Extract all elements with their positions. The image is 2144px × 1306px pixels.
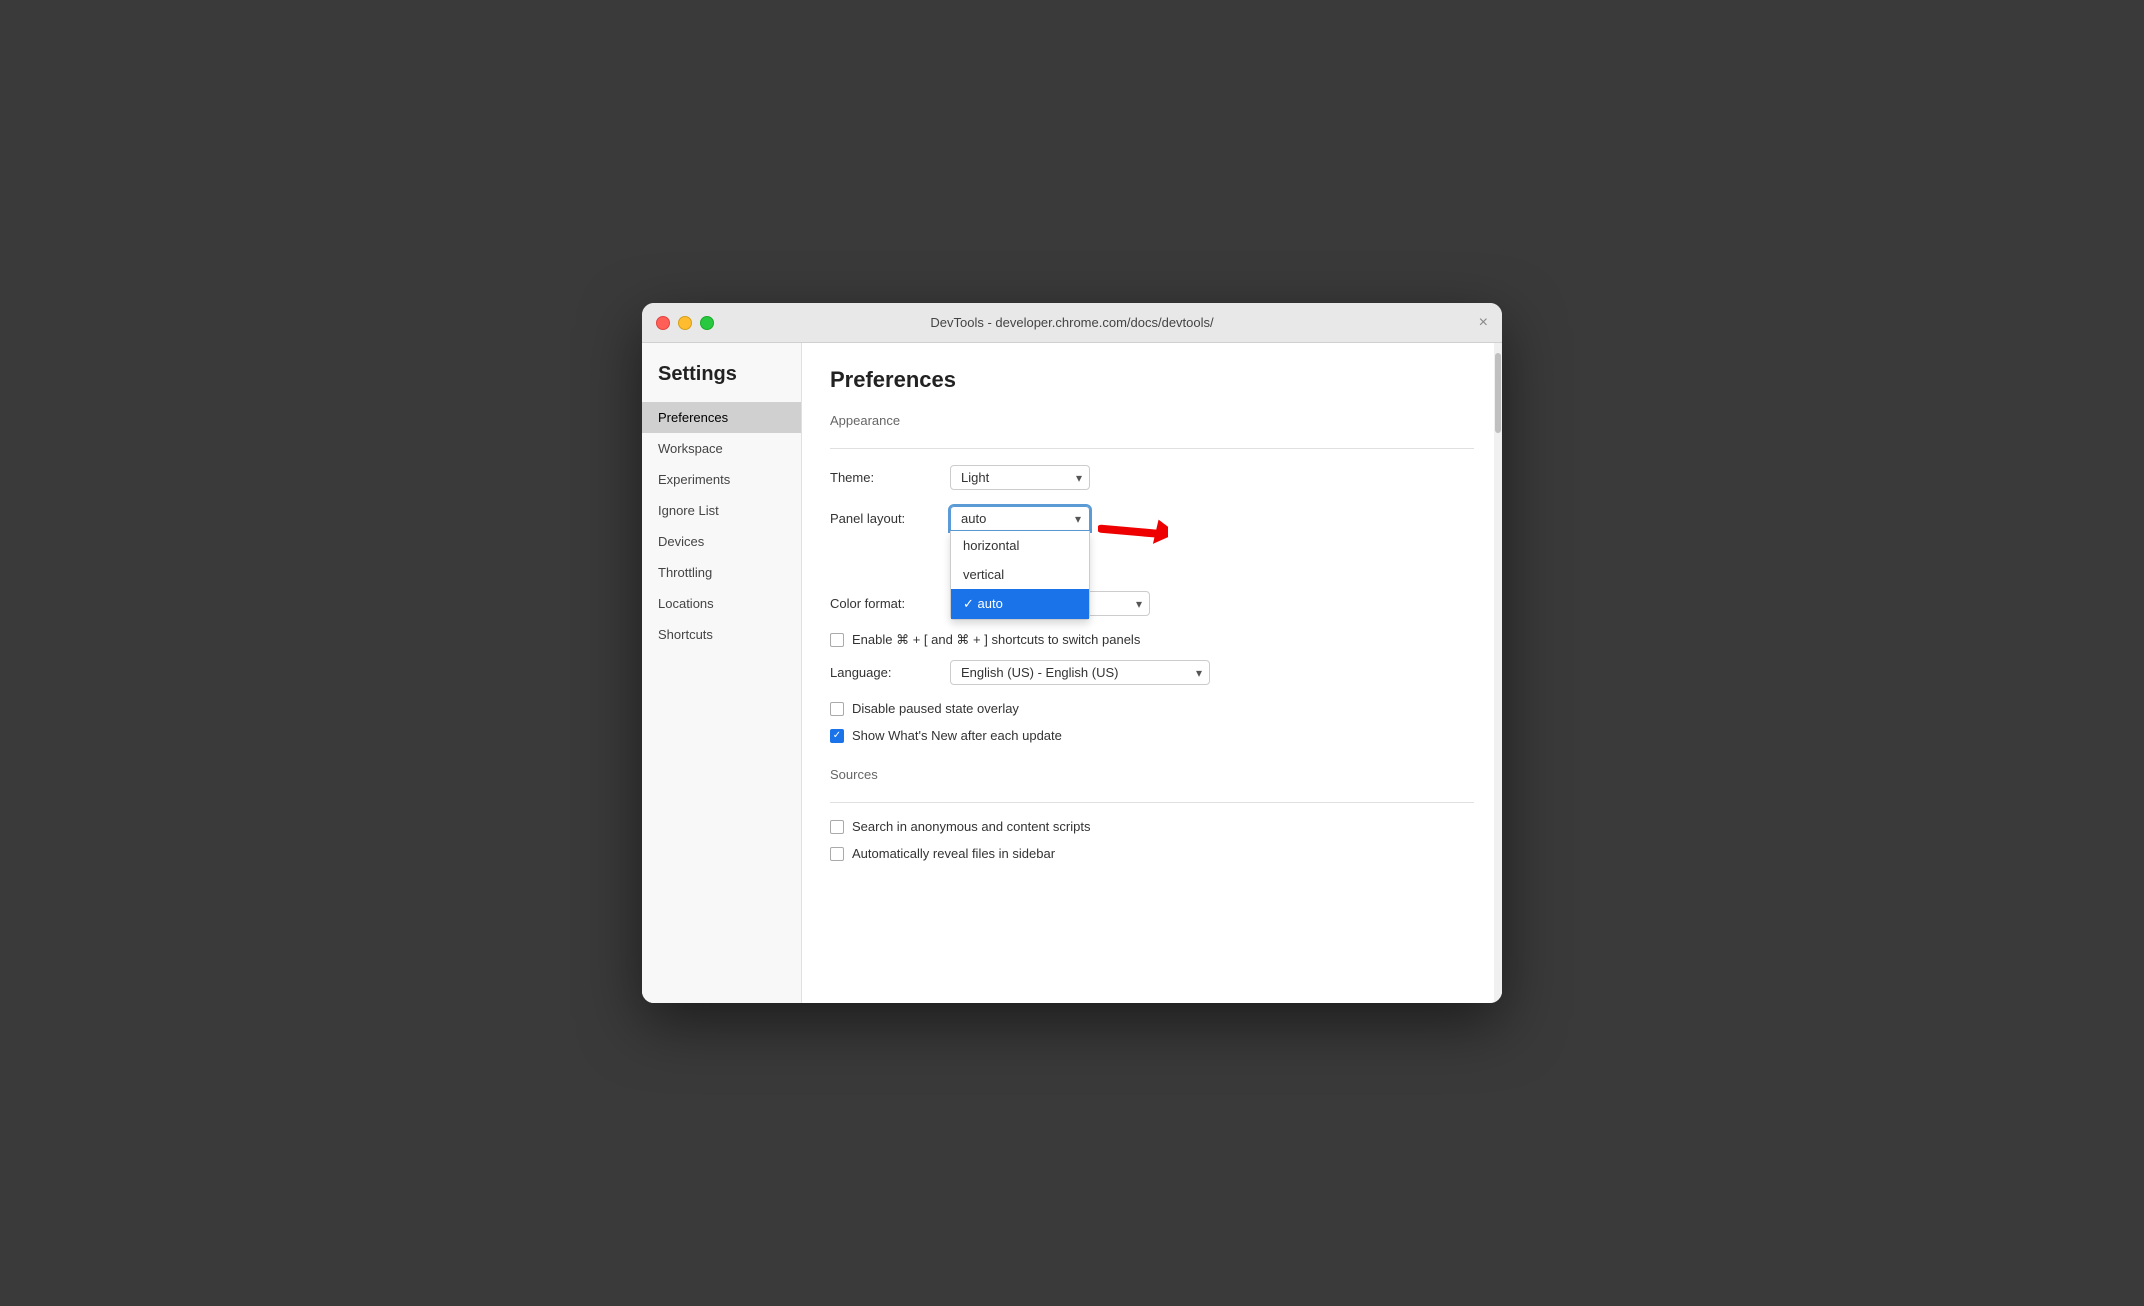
enable-shortcut-row: Enable ⌘ + [ and ⌘ + ] shortcuts to swit… bbox=[830, 632, 1474, 648]
panel-layout-row: Panel layout: auto ▾ horizontal vertical… bbox=[830, 506, 1474, 531]
scrollbar[interactable] bbox=[1494, 343, 1502, 1003]
window-body: Settings Preferences Workspace Experimen… bbox=[642, 343, 1502, 1003]
sources-divider bbox=[830, 802, 1474, 803]
appearance-section-title: Appearance bbox=[830, 413, 1474, 432]
language-dropdown[interactable]: English (US) - English (US) bbox=[950, 660, 1210, 685]
panel-layout-dropdown[interactable]: auto ▾ bbox=[950, 506, 1090, 531]
theme-dropdown-wrapper: Default Light Dark bbox=[950, 465, 1090, 490]
sidebar-item-ignore-list[interactable]: Ignore List bbox=[642, 495, 801, 526]
sources-section: Sources Search in anonymous and content … bbox=[830, 767, 1474, 861]
theme-row: Theme: Default Light Dark bbox=[830, 465, 1474, 490]
red-arrow bbox=[1098, 498, 1168, 558]
close-button[interactable] bbox=[656, 316, 670, 330]
theme-label: Theme: bbox=[830, 470, 950, 485]
sidebar-item-shortcuts[interactable]: Shortcuts bbox=[642, 619, 801, 650]
panel-layout-value: auto bbox=[961, 511, 986, 526]
titlebar: DevTools - developer.chrome.com/docs/dev… bbox=[642, 303, 1502, 343]
disable-paused-checkbox[interactable] bbox=[830, 702, 844, 716]
traffic-lights bbox=[656, 316, 714, 330]
auto-reveal-checkbox[interactable] bbox=[830, 847, 844, 861]
panel-layout-option-vertical[interactable]: vertical bbox=[951, 560, 1089, 589]
color-format-row: Color format: bbox=[830, 591, 1474, 616]
search-anonymous-checkbox[interactable] bbox=[830, 820, 844, 834]
language-dropdown-wrapper: English (US) - English (US) bbox=[950, 660, 1210, 685]
main-content: Preferences Appearance Theme: Default Li… bbox=[802, 343, 1502, 1003]
auto-reveal-label: Automatically reveal files in sidebar bbox=[852, 846, 1055, 861]
dropdown-arrow-icon: ▾ bbox=[1075, 512, 1081, 526]
search-anonymous-row: Search in anonymous and content scripts bbox=[830, 819, 1474, 834]
search-anonymous-label: Search in anonymous and content scripts bbox=[852, 819, 1090, 834]
show-whats-new-row: ✓ Show What's New after each update bbox=[830, 728, 1474, 743]
enable-shortcut-checkbox[interactable] bbox=[830, 633, 844, 647]
appearance-divider bbox=[830, 448, 1474, 449]
show-whats-new-checkbox[interactable]: ✓ bbox=[830, 729, 844, 743]
sources-section-title: Sources bbox=[830, 767, 1474, 786]
scrollbar-thumb[interactable] bbox=[1495, 353, 1501, 433]
panel-layout-wrapper: auto ▾ horizontal vertical auto bbox=[950, 506, 1090, 531]
enable-shortcut-label: Enable ⌘ + [ and ⌘ + ] shortcuts to swit… bbox=[852, 632, 1140, 648]
theme-dropdown[interactable]: Default Light Dark bbox=[950, 465, 1090, 490]
disable-paused-label: Disable paused state overlay bbox=[852, 701, 1019, 716]
sidebar-item-devices[interactable]: Devices bbox=[642, 526, 801, 557]
sidebar-item-preferences[interactable]: Preferences bbox=[642, 402, 801, 433]
minimize-button[interactable] bbox=[678, 316, 692, 330]
sidebar-item-workspace[interactable]: Workspace bbox=[642, 433, 801, 464]
window-close-icon[interactable]: × bbox=[1479, 315, 1488, 331]
maximize-button[interactable] bbox=[700, 316, 714, 330]
disable-paused-row: Disable paused state overlay bbox=[830, 701, 1474, 716]
window-title: DevTools - developer.chrome.com/docs/dev… bbox=[930, 315, 1213, 330]
language-row: Language: English (US) - English (US) bbox=[830, 660, 1474, 685]
sidebar-item-locations[interactable]: Locations bbox=[642, 588, 801, 619]
panel-layout-option-auto[interactable]: auto bbox=[951, 589, 1089, 619]
language-label: Language: bbox=[830, 665, 950, 680]
color-format-label: Color format: bbox=[830, 596, 950, 611]
devtools-window: DevTools - developer.chrome.com/docs/dev… bbox=[642, 303, 1502, 1003]
sidebar-heading: Settings bbox=[642, 363, 801, 402]
panel-layout-option-horizontal[interactable]: horizontal bbox=[951, 531, 1089, 560]
show-whats-new-label: Show What's New after each update bbox=[852, 728, 1062, 743]
sidebar-item-throttling[interactable]: Throttling bbox=[642, 557, 801, 588]
panel-layout-label: Panel layout: bbox=[830, 506, 950, 526]
sidebar-item-experiments[interactable]: Experiments bbox=[642, 464, 801, 495]
sidebar: Settings Preferences Workspace Experimen… bbox=[642, 343, 802, 1003]
page-title: Preferences bbox=[830, 367, 1474, 393]
auto-reveal-row: Automatically reveal files in sidebar bbox=[830, 846, 1474, 861]
panel-layout-menu: horizontal vertical auto bbox=[950, 531, 1090, 620]
